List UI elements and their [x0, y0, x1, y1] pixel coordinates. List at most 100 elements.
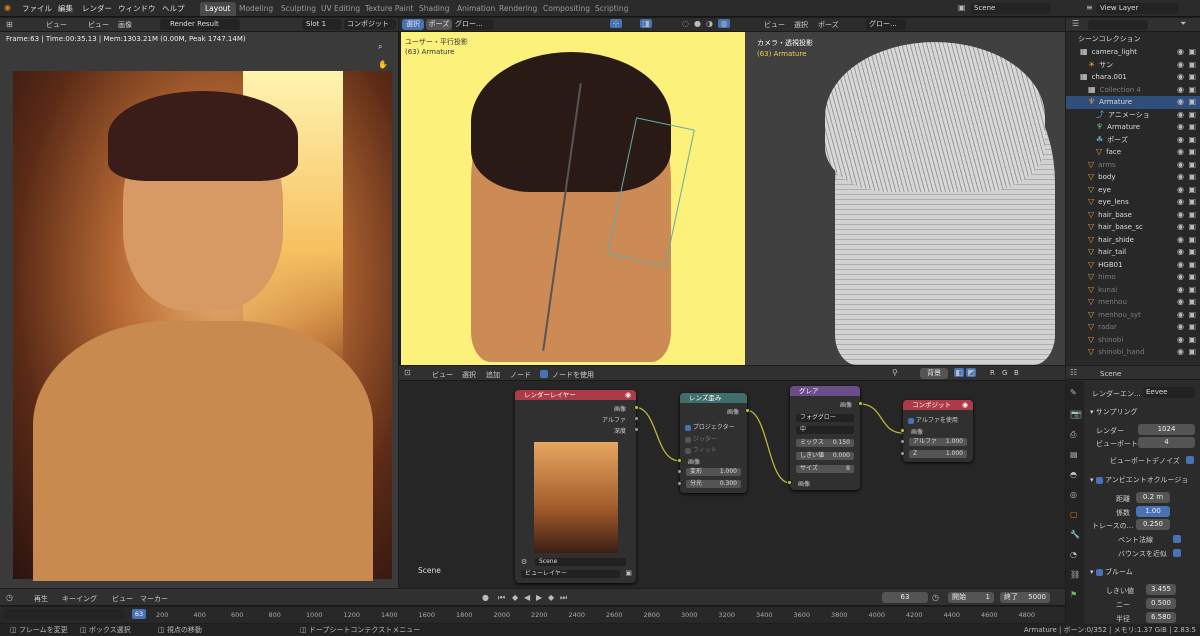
composite-alpha-field[interactable]: アルファ 1.000: [909, 438, 967, 446]
render-camera-icon[interactable]: ▣: [1188, 196, 1196, 209]
outliner-row[interactable]: ▽ radar ◉ ▣: [1066, 321, 1200, 334]
data-tab-icon[interactable]: ⚑: [1070, 590, 1077, 599]
pan-hand-icon[interactable]: ✋: [378, 60, 388, 69]
visibility-eye-icon[interactable]: ◉: [1177, 46, 1184, 59]
jitter-checkbox[interactable]: [685, 436, 691, 443]
lens-input-socket[interactable]: [677, 458, 682, 463]
workspace-tab-compositing[interactable]: Compositing: [538, 2, 595, 16]
render-layer-scene-field[interactable]: Scene: [535, 558, 626, 566]
image-selector[interactable]: Render Result: [160, 19, 240, 30]
ao-factor-field[interactable]: 1.00: [1136, 506, 1170, 517]
material-shading-icon[interactable]: ◑: [706, 19, 713, 28]
render-camera-icon[interactable]: ▣: [1188, 234, 1196, 247]
render-camera-icon[interactable]: ▣: [1188, 59, 1196, 72]
render-camera-icon[interactable]: ▣: [1188, 71, 1196, 84]
outliner-row[interactable]: ▽ hair_base_sc ◉ ▣: [1066, 221, 1200, 234]
orientation-selector-left[interactable]: グロー...: [452, 19, 494, 30]
composite-z-socket[interactable]: [900, 451, 905, 456]
visibility-eye-icon[interactable]: ◉: [1177, 159, 1184, 172]
timeline-search[interactable]: [4, 609, 124, 619]
ao-checkbox[interactable]: [1095, 476, 1103, 484]
visibility-eye-icon[interactable]: ◉: [1177, 134, 1184, 147]
output-depth-socket[interactable]: [634, 427, 639, 432]
menu-image[interactable]: 画像: [118, 20, 132, 30]
visibility-eye-icon[interactable]: ◉: [1177, 59, 1184, 72]
outliner-type-icon[interactable]: ☰: [1072, 19, 1079, 28]
outliner-row[interactable]: ▽ menhou ◉ ▣: [1066, 296, 1200, 309]
render-camera-icon[interactable]: ▣: [1188, 296, 1196, 309]
composite-z-field[interactable]: Z 1.000: [909, 450, 967, 458]
menu-marker[interactable]: マーカー: [140, 594, 168, 604]
menu-view-2[interactable]: ビュー: [88, 20, 109, 30]
timeline-type-icon[interactable]: ◷: [6, 593, 13, 602]
menu-playback[interactable]: 再生: [34, 594, 48, 604]
workspace-tab-sculpting[interactable]: Sculpting: [276, 2, 321, 16]
pin-icon[interactable]: ⚲: [892, 368, 898, 377]
viewport-denoise-checkbox[interactable]: [1186, 456, 1194, 464]
outliner-search[interactable]: [1088, 20, 1148, 30]
jump-end-icon[interactable]: ⏭: [560, 593, 567, 603]
render-layer-render-icon[interactable]: ▣: [625, 569, 632, 577]
visibility-eye-icon[interactable]: ◉: [1177, 171, 1184, 184]
outliner-row[interactable]: ▽ menhou_syt ◉ ▣: [1066, 309, 1200, 322]
render-camera-icon[interactable]: ▣: [1188, 84, 1196, 97]
visibility-eye-icon[interactable]: ◉: [1177, 109, 1184, 122]
visibility-eye-icon[interactable]: ◉: [1177, 259, 1184, 272]
view-layer-tab-icon[interactable]: ▤: [1070, 450, 1078, 459]
bent-normals-checkbox[interactable]: [1173, 535, 1181, 543]
render-camera-icon[interactable]: ▣: [1188, 346, 1196, 359]
render-layer-viewlayer-field[interactable]: ビューレイヤー: [521, 570, 620, 578]
outliner-row[interactable]: ▦ chara.001 ◉ ▣: [1066, 71, 1200, 84]
outliner-row[interactable]: ☘ ポーズ ◉ ▣: [1066, 134, 1200, 147]
visibility-eye-icon[interactable]: ◉: [1177, 146, 1184, 159]
projector-checkbox[interactable]: [685, 424, 691, 431]
properties-type-icon[interactable]: ☷: [1070, 368, 1077, 377]
rendered-shading-icon[interactable]: ◍: [718, 19, 730, 28]
viewport-left[interactable]: ユーザー・平行投影 (63) Armature: [401, 32, 745, 365]
viewport-right[interactable]: カメラ・透視投影 (63) Armature: [745, 32, 1065, 365]
menu-node-node[interactable]: ノード: [510, 370, 531, 380]
glare-threshold-field[interactable]: しきい値 0.000: [796, 452, 854, 460]
outliner-row[interactable]: ▽ hair_shide ◉ ▣: [1066, 234, 1200, 247]
visibility-eye-icon[interactable]: ◉: [1177, 334, 1184, 347]
outliner-row[interactable]: ☀ サン ◉ ▣: [1066, 59, 1200, 72]
glare-size-field[interactable]: サイズ 8: [796, 465, 854, 473]
render-camera-icon[interactable]: ▣: [1188, 271, 1196, 284]
jump-start-icon[interactable]: ⏮: [498, 593, 505, 603]
dispersion-field[interactable]: 分光 0.300: [686, 480, 741, 488]
visibility-eye-icon[interactable]: ◉: [1177, 96, 1184, 109]
world-tab-icon[interactable]: ◎: [1070, 490, 1077, 499]
output-image-socket[interactable]: [634, 405, 639, 410]
filter-icon[interactable]: ⏷: [1180, 19, 1186, 29]
outliner-row[interactable]: ▽ hair_tail ◉ ▣: [1066, 246, 1200, 259]
render-camera-icon[interactable]: ▣: [1188, 309, 1196, 322]
distort-socket[interactable]: [677, 469, 682, 474]
glare-output-socket[interactable]: [858, 401, 863, 406]
glare-input-socket[interactable]: [787, 480, 792, 485]
glare-type-select[interactable]: フォググロー: [796, 414, 854, 422]
top-menu-3[interactable]: ウィンドウ: [118, 2, 156, 15]
outliner-row[interactable]: ▦ Collection 4 ◉ ▣: [1066, 84, 1200, 97]
playhead-marker[interactable]: 63: [132, 609, 146, 619]
render-camera-icon[interactable]: ▣: [1188, 246, 1196, 259]
channel-r-button[interactable]: R: [990, 369, 995, 377]
visibility-eye-icon[interactable]: ◉: [1177, 271, 1184, 284]
lens-output-socket[interactable]: [745, 408, 750, 413]
workspace-tab-uv-editing[interactable]: UV Editing: [316, 2, 365, 16]
menu-view[interactable]: ビュー: [46, 20, 67, 30]
render-camera-icon[interactable]: ▣: [1188, 259, 1196, 272]
use-nodes-checkbox[interactable]: [540, 370, 548, 378]
clock-icon[interactable]: ◷: [932, 593, 939, 602]
current-frame-field[interactable]: 63: [882, 592, 928, 603]
view-layer-icon[interactable]: ≡: [1086, 3, 1093, 12]
visibility-eye-icon[interactable]: ◉: [1177, 71, 1184, 84]
workspace-tab-modeling[interactable]: Modeling: [234, 2, 278, 16]
outliner-row[interactable]: ▽ himo ◉ ▣: [1066, 271, 1200, 284]
tool-tab-icon[interactable]: ✎: [1070, 388, 1077, 397]
outliner-row[interactable]: ▽ arms ◉ ▣: [1066, 159, 1200, 172]
visibility-eye-icon[interactable]: ◉: [1177, 221, 1184, 234]
physics-tab-icon[interactable]: ◔: [1070, 550, 1077, 559]
zoom-icon[interactable]: ⌕: [378, 42, 382, 52]
slot-selector[interactable]: Slot 1: [302, 19, 342, 30]
render-camera-icon[interactable]: ▣: [1188, 46, 1196, 59]
